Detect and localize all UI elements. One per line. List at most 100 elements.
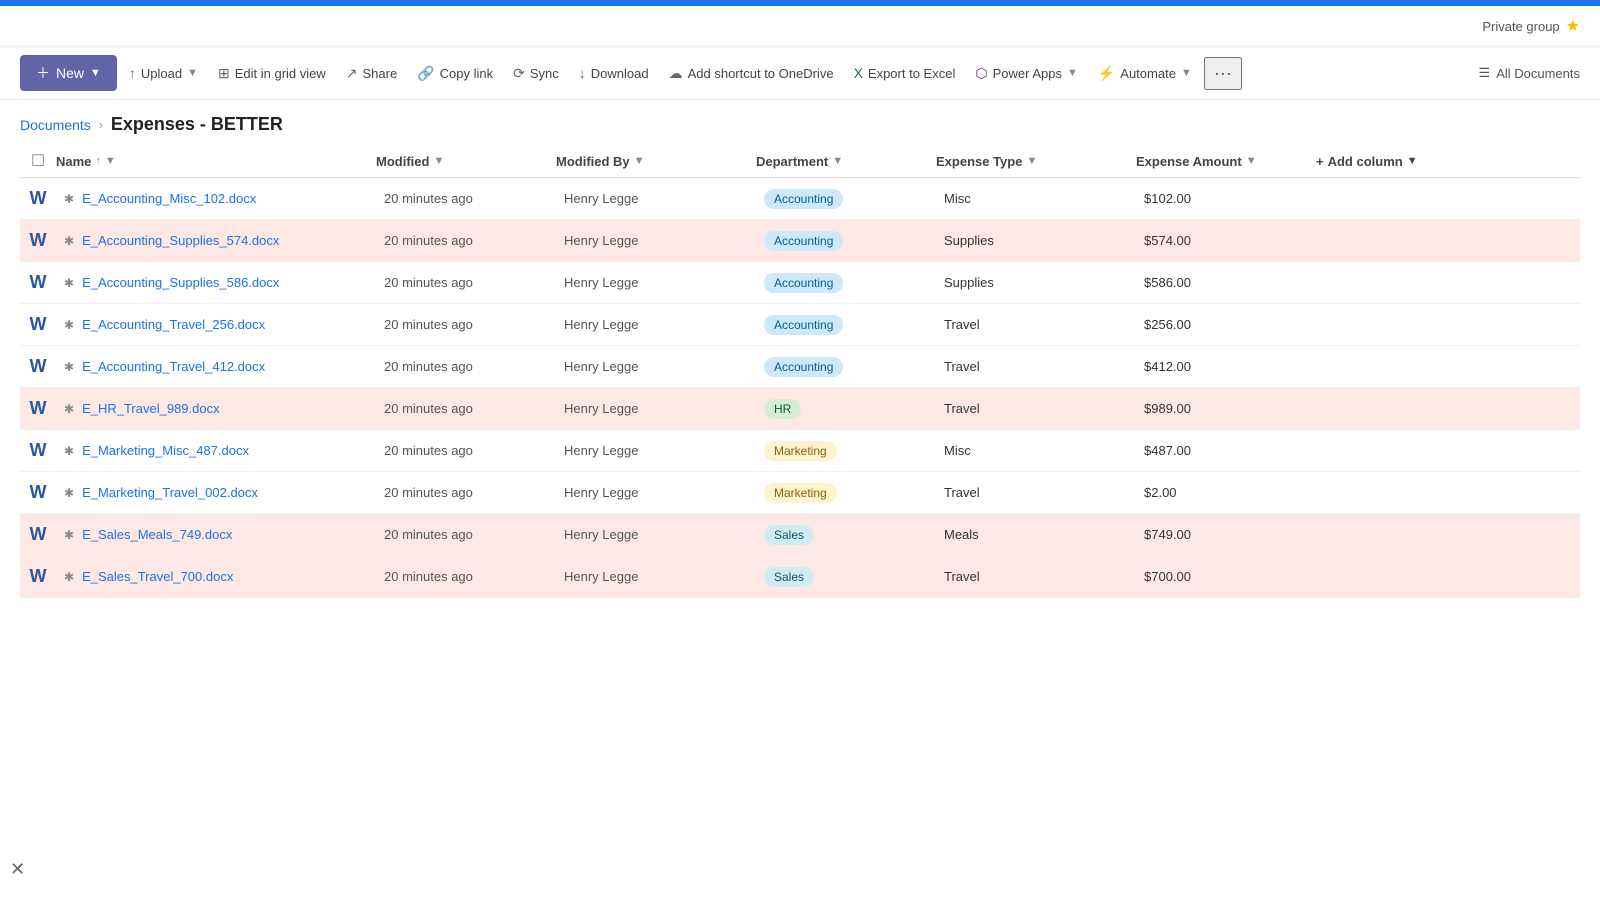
word-icon: W bbox=[30, 482, 47, 503]
modified-by: Henry Legge bbox=[556, 229, 756, 252]
department-badge-cell: Accounting bbox=[756, 227, 936, 255]
share-icon: ↗ bbox=[346, 65, 358, 82]
file-name[interactable]: ✱ E_Accounting_Misc_102.docx bbox=[56, 187, 376, 210]
col-header-modifiedby[interactable]: Modified By ▼ bbox=[556, 154, 756, 169]
new-button[interactable]: ＋ New ▼ bbox=[20, 55, 117, 91]
table-row: W ✱ E_Sales_Travel_700.docx 20 minutes a… bbox=[20, 556, 1580, 598]
link-icon: 🔗 bbox=[417, 65, 434, 82]
modifiedby-filter-icon[interactable]: ▼ bbox=[634, 155, 645, 167]
modified-filter-icon[interactable]: ▼ bbox=[433, 155, 444, 167]
col-header-expenseamount[interactable]: Expense Amount ▼ bbox=[1136, 154, 1316, 169]
extra-col bbox=[1316, 573, 1496, 581]
col-expensetype-label: Expense Type bbox=[936, 154, 1022, 169]
word-icon: W bbox=[30, 398, 47, 419]
department-badge: Marketing bbox=[764, 441, 837, 461]
file-name[interactable]: ✱ E_Accounting_Supplies_586.docx bbox=[56, 271, 376, 294]
pin-icon: ✱ bbox=[64, 234, 74, 248]
export-excel-button[interactable]: X Export to Excel bbox=[846, 59, 964, 87]
sync-button[interactable]: ⟳ Sync bbox=[505, 59, 567, 88]
modified-date: 20 minutes ago bbox=[376, 439, 556, 462]
add-shortcut-label: Add shortcut to OneDrive bbox=[688, 66, 834, 81]
rows-container: W ✱ E_Accounting_Misc_102.docx 20 minute… bbox=[20, 178, 1580, 598]
file-name[interactable]: ✱ E_Sales_Travel_700.docx bbox=[56, 565, 376, 588]
word-icon: W bbox=[30, 314, 47, 335]
word-icon: W bbox=[30, 188, 47, 209]
copy-link-label: Copy link bbox=[440, 66, 493, 81]
word-icon: W bbox=[30, 230, 47, 251]
department-badge-cell: Accounting bbox=[756, 185, 936, 213]
add-shortcut-button[interactable]: ☁ Add shortcut to OneDrive bbox=[661, 59, 842, 88]
breadcrumb-documents[interactable]: Documents bbox=[20, 117, 91, 133]
add-column-button[interactable]: + Add column ▼ bbox=[1316, 154, 1496, 169]
copy-link-button[interactable]: 🔗 Copy link bbox=[409, 59, 501, 88]
extra-col bbox=[1316, 321, 1496, 329]
upload-button[interactable]: ↑ Upload ▼ bbox=[121, 59, 206, 87]
department-badge-cell: Accounting bbox=[756, 269, 936, 297]
extra-col bbox=[1316, 489, 1496, 497]
header-checkbox-col: ☐ bbox=[20, 151, 56, 171]
table-row: W ✱ E_Accounting_Supplies_574.docx 20 mi… bbox=[20, 220, 1580, 262]
extra-col bbox=[1316, 531, 1496, 539]
file-name[interactable]: ✱ E_Marketing_Travel_002.docx bbox=[56, 481, 376, 504]
department-badge: Accounting bbox=[764, 357, 843, 377]
expense-amount: $2.00 bbox=[1136, 481, 1316, 504]
expense-amount: $989.00 bbox=[1136, 397, 1316, 420]
department-badge: Marketing bbox=[764, 483, 837, 503]
modified-by: Henry Legge bbox=[556, 355, 756, 378]
file-name[interactable]: ✱ E_Sales_Meals_749.docx bbox=[56, 523, 376, 546]
all-documents-button[interactable]: ☰ All Documents bbox=[1479, 65, 1580, 81]
close-button[interactable]: ✕ bbox=[10, 859, 25, 880]
pin-icon: ✱ bbox=[64, 360, 74, 374]
col-modifiedby-label: Modified By bbox=[556, 154, 630, 169]
upload-chevron-icon: ▼ bbox=[187, 67, 198, 79]
word-icon: W bbox=[30, 356, 47, 377]
name-filter-icon[interactable]: ▼ bbox=[105, 155, 116, 167]
share-button[interactable]: ↗ Share bbox=[338, 59, 405, 88]
col-header-expensetype[interactable]: Expense Type ▼ bbox=[936, 154, 1136, 169]
department-badge: Accounting bbox=[764, 231, 843, 251]
pin-icon: ✱ bbox=[64, 528, 74, 542]
file-name[interactable]: ✱ E_Marketing_Misc_487.docx bbox=[56, 439, 376, 462]
department-badge: Sales bbox=[764, 525, 814, 545]
file-icon-col: W bbox=[20, 230, 56, 251]
power-apps-button[interactable]: ⬡ Power Apps ▼ bbox=[967, 59, 1086, 88]
extra-col bbox=[1316, 279, 1496, 287]
extra-col bbox=[1316, 447, 1496, 455]
file-name[interactable]: ✱ E_Accounting_Travel_412.docx bbox=[56, 355, 376, 378]
all-documents-label: All Documents bbox=[1496, 66, 1580, 81]
table-row: W ✱ E_Accounting_Supplies_586.docx 20 mi… bbox=[20, 262, 1580, 304]
file-icon-col: W bbox=[20, 398, 56, 419]
pin-icon: ✱ bbox=[64, 444, 74, 458]
file-name[interactable]: ✱ E_Accounting_Travel_256.docx bbox=[56, 313, 376, 336]
star-icon[interactable]: ★ bbox=[1566, 16, 1580, 36]
expense-type: Meals bbox=[936, 523, 1136, 546]
word-icon: W bbox=[30, 272, 47, 293]
department-filter-icon[interactable]: ▼ bbox=[832, 155, 843, 167]
automate-button[interactable]: ⚡ Automate ▼ bbox=[1090, 59, 1200, 88]
file-name[interactable]: ✱ E_HR_Travel_989.docx bbox=[56, 397, 376, 420]
department-badge-cell: Marketing bbox=[756, 479, 936, 507]
expense-amount: $256.00 bbox=[1136, 313, 1316, 336]
col-header-name[interactable]: Name ↑ ▼ bbox=[56, 154, 376, 169]
col-header-department[interactable]: Department ▼ bbox=[756, 154, 936, 169]
modified-by: Henry Legge bbox=[556, 523, 756, 546]
expense-amount: $412.00 bbox=[1136, 355, 1316, 378]
expenseamount-filter-icon[interactable]: ▼ bbox=[1246, 155, 1257, 167]
edit-grid-label: Edit in grid view bbox=[235, 66, 326, 81]
table-row: W ✱ E_Marketing_Travel_002.docx 20 minut… bbox=[20, 472, 1580, 514]
modified-by: Henry Legge bbox=[556, 397, 756, 420]
department-badge-cell: Accounting bbox=[756, 311, 936, 339]
file-name[interactable]: ✱ E_Accounting_Supplies_574.docx bbox=[56, 229, 376, 252]
add-column-chevron-icon: ▼ bbox=[1407, 155, 1418, 167]
edit-grid-button[interactable]: ⊞ Edit in grid view bbox=[210, 59, 334, 88]
more-button[interactable]: ··· bbox=[1204, 57, 1242, 90]
department-badge-cell: Sales bbox=[756, 563, 936, 591]
extra-col bbox=[1316, 405, 1496, 413]
power-apps-label: Power Apps bbox=[993, 66, 1062, 81]
col-header-modified[interactable]: Modified ▼ bbox=[376, 154, 556, 169]
expensetype-filter-icon[interactable]: ▼ bbox=[1026, 155, 1037, 167]
file-icon-col: W bbox=[20, 356, 56, 377]
download-button[interactable]: ↓ Download bbox=[571, 59, 657, 87]
modified-by: Henry Legge bbox=[556, 313, 756, 336]
download-icon: ↓ bbox=[579, 65, 586, 81]
